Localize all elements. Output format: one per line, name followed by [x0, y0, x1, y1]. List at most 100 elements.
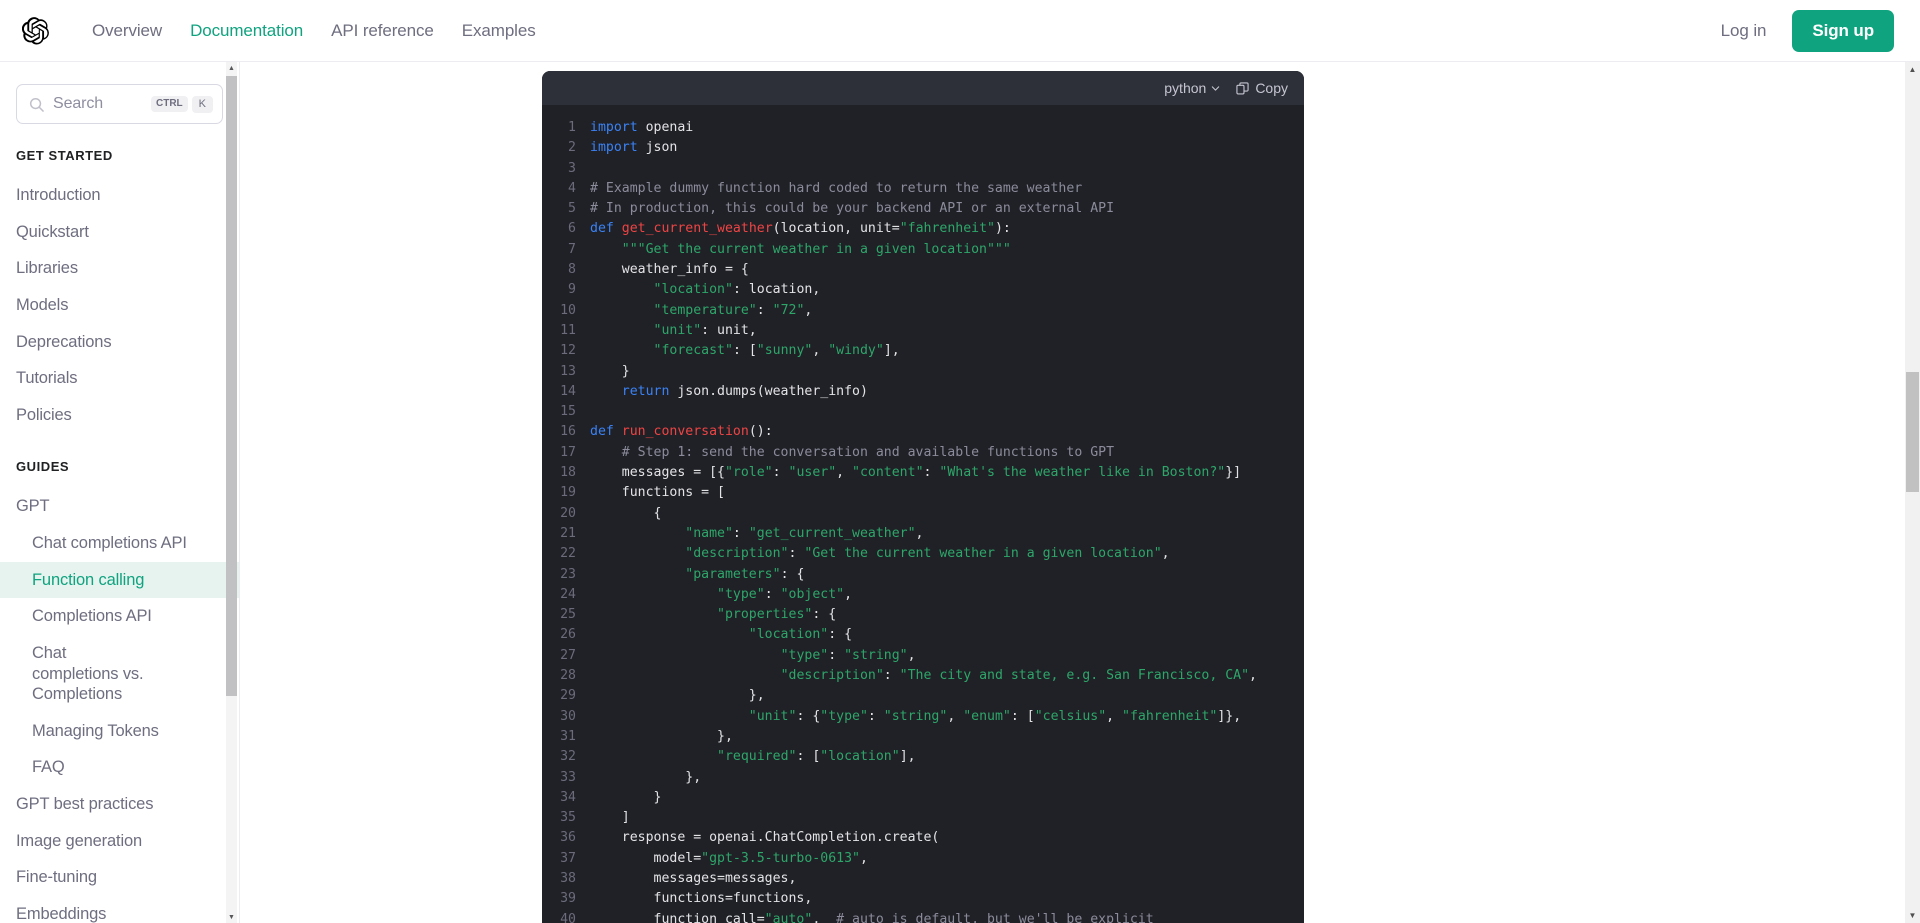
code-line-content: "required": ["location"],	[717, 749, 916, 765]
nav-item-api-reference[interactable]: API reference	[317, 15, 448, 47]
code-line: 21 "name": "get_current_weather",	[542, 524, 1304, 544]
code-line: 17 # Step 1: send the conversation and a…	[542, 443, 1304, 463]
code-line-number: 37	[560, 850, 576, 866]
page-scrollbar[interactable]: ▲ ▼	[1905, 62, 1920, 923]
code-line: 12 "forecast": ["sunny", "windy"],	[542, 341, 1304, 361]
copy-icon	[1236, 81, 1249, 94]
code-line: 6 def get_current_weather(location, unit=…	[542, 219, 1304, 239]
code-line-number: 5	[568, 201, 576, 217]
code-line: 5 # In production, this could be your bac…	[542, 199, 1304, 219]
sidebar-item-gpt[interactable]: GPT	[0, 488, 239, 525]
sidebar-item-quickstart[interactable]: Quickstart	[0, 214, 239, 251]
sidebar-item-deprecations[interactable]: Deprecations	[0, 324, 239, 361]
sidebar-item-faq[interactable]: FAQ	[0, 749, 239, 786]
language-selector[interactable]: python	[1164, 80, 1220, 96]
code-line: 33 },	[542, 768, 1304, 788]
main-content: python Copy 1 import openai 2 import json 3 …	[240, 62, 1920, 923]
code-line-content: # Example dummy function hard coded to r…	[590, 180, 1083, 196]
page-scroll-up-icon[interactable]: ▲	[1905, 62, 1920, 77]
code-line-content: "location": location,	[653, 282, 821, 298]
code-line: 4 # Example dummy function hard coded to …	[542, 179, 1304, 199]
sidebar-item-image-generation[interactable]: Image generation	[0, 823, 239, 860]
code-line-number: 39	[560, 891, 576, 907]
code-line: 37 model="gpt-3.5-turbo-0613",	[542, 849, 1304, 869]
code-line-number: 29	[560, 688, 576, 704]
sidebar-item-function-calling[interactable]: Function calling	[0, 561, 239, 599]
code-line-number: 21	[560, 525, 576, 541]
code-line-content: def run_conversation():	[590, 424, 773, 440]
nav-item-documentation[interactable]: Documentation	[176, 15, 317, 47]
code-line: 38 messages=messages,	[542, 869, 1304, 889]
chevron-down-icon	[1212, 85, 1220, 91]
search-icon	[29, 97, 44, 112]
code-line: 9 "location": location,	[542, 280, 1304, 300]
code-line: 40 function_call="auto", # auto is defau…	[542, 910, 1304, 923]
sidebar-item-fine-tuning[interactable]: Fine-tuning	[0, 859, 239, 896]
sidebar-section-gap	[0, 433, 239, 455]
code-line: 20 {	[542, 504, 1304, 524]
sidebar-item-completions-api[interactable]: Completions API	[0, 598, 239, 635]
copy-label: Copy	[1255, 80, 1288, 96]
code-line-number: 36	[560, 830, 576, 846]
sidebar-item-chat-completions-api[interactable]: Chat completions API	[0, 525, 239, 562]
kbd-k: K	[191, 95, 213, 113]
primary-nav: Overview Documentation API reference Exa…	[78, 15, 550, 47]
sidebar-item-tutorials[interactable]: Tutorials	[0, 360, 239, 397]
code-line-number: 13	[560, 363, 576, 379]
code-line: 35 ]	[542, 808, 1304, 828]
code-line-number: 38	[560, 870, 576, 886]
code-lines-container: 1 import openai 2 import json 3 4 # Example d…	[542, 105, 1304, 923]
code-line-content: },	[590, 728, 733, 744]
login-link[interactable]: Log in	[1717, 15, 1771, 47]
sidebar-scroll-up-icon[interactable]: ▲	[226, 62, 237, 74]
code-line: 19 functions = [	[542, 483, 1304, 503]
code-line-number: 9	[568, 282, 576, 298]
nav-item-examples[interactable]: Examples	[448, 15, 550, 47]
sidebar-item-policies[interactable]: Policies	[0, 397, 239, 434]
sidebar-item-models[interactable]: Models	[0, 287, 239, 324]
page-scroll-down-icon[interactable]: ▼	[1905, 908, 1920, 923]
page-scroll-thumb[interactable]	[1906, 372, 1919, 492]
code-line-number: 6	[568, 221, 576, 237]
sidebar-scrollbar[interactable]: ▲ ▼	[226, 62, 237, 923]
code-line: 26 "location": {	[542, 625, 1304, 645]
code-line-number: 3	[568, 160, 576, 176]
code-line-number: 17	[560, 444, 576, 460]
code-line-number: 35	[560, 810, 576, 826]
sidebar-item-chat-completions-vs-completions[interactable]: Chat completions vs. Completions	[0, 635, 165, 713]
sidebar-item-libraries[interactable]: Libraries	[0, 250, 239, 287]
copy-button[interactable]: Copy	[1236, 80, 1288, 96]
code-line-content: functions=functions,	[590, 891, 813, 907]
openai-logo-icon[interactable]	[22, 16, 52, 46]
code-line-content: function_call="auto", # auto is default,…	[590, 911, 1154, 923]
code-line-content: def get_current_weather(location, unit="…	[590, 221, 1011, 237]
code-line-content	[590, 159, 598, 179]
code-line: 8 weather_info = {	[542, 260, 1304, 280]
code-line-content: },	[590, 769, 702, 785]
sidebar-scroll-down-icon[interactable]: ▼	[226, 911, 237, 923]
sidebar-section-title-get-started: GET STARTED	[16, 148, 113, 163]
sidebar-item-gpt-best-practices[interactable]: GPT best practices	[0, 786, 239, 823]
code-line-number: 10	[560, 302, 576, 318]
nav-item-overview[interactable]: Overview	[78, 15, 176, 47]
code-line: 16 def run_conversation():	[542, 422, 1304, 442]
code-line-content: return json.dumps(weather_info)	[621, 383, 868, 399]
code-line: 34 }	[542, 788, 1304, 808]
code-line-content: model="gpt-3.5-turbo-0613",	[590, 850, 868, 866]
code-line-number: 4	[568, 180, 576, 196]
sidebar-item-managing-tokens[interactable]: Managing Tokens	[0, 713, 239, 750]
code-line-content: }	[590, 789, 662, 805]
code-line-number: 32	[560, 749, 576, 765]
code-line: 31 },	[542, 727, 1304, 747]
sidebar-item-introduction[interactable]: Introduction	[0, 177, 239, 214]
sidebar-scroll-thumb[interactable]	[226, 76, 237, 696]
code-line-number: 27	[560, 647, 576, 663]
code-line-number: 18	[560, 465, 576, 481]
code-line: 11 "unit": unit,	[542, 321, 1304, 341]
sidebar-item-embeddings[interactable]: Embeddings	[0, 896, 239, 923]
code-line: 28 "description": "The city and state, e…	[542, 666, 1304, 686]
search-input[interactable]: Search CTRL K	[16, 84, 223, 124]
search-placeholder: Search	[53, 95, 104, 112]
code-line: 39 functions=functions,	[542, 889, 1304, 909]
signup-button[interactable]: Sign up	[1792, 9, 1894, 52]
